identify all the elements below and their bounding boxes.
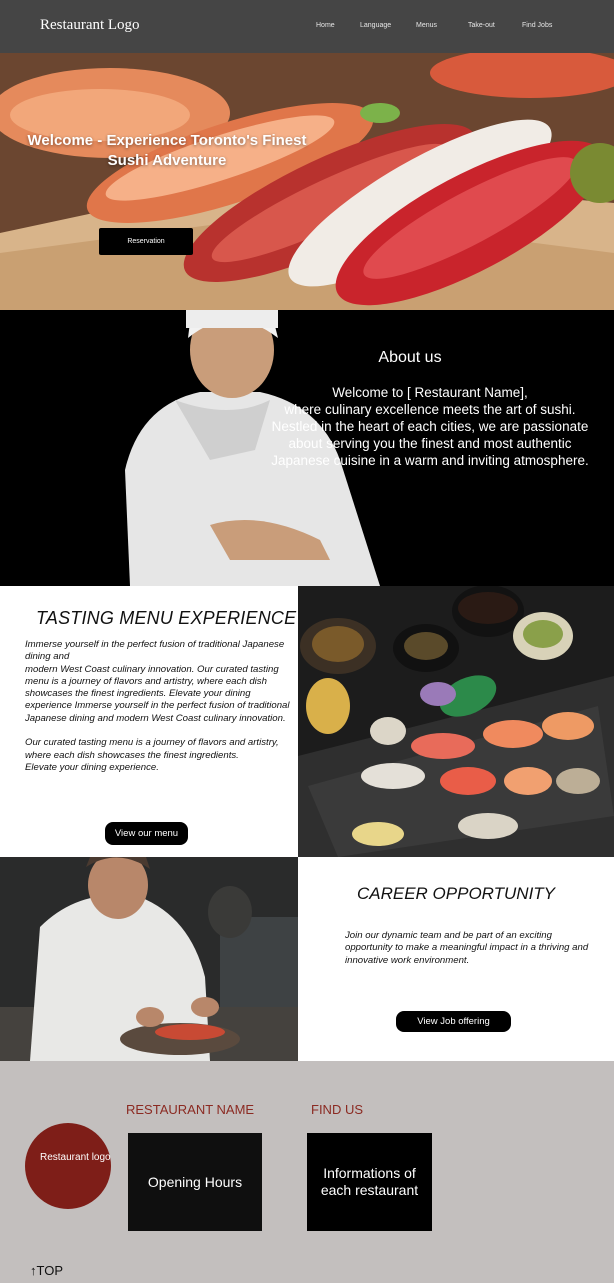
career-title: CAREER OPPORTUNITY bbox=[356, 884, 556, 903]
sushi-hero-image bbox=[0, 53, 614, 310]
hero-title: Welcome - Experience Toronto's Finest Su… bbox=[27, 132, 307, 169]
chef-cooking-image bbox=[0, 857, 298, 1061]
footer-logo: Restaurant logo bbox=[25, 1123, 111, 1209]
hero-section: Welcome - Experience Toronto's Finest Su… bbox=[0, 53, 614, 310]
career-text: Join our dynamic team and be part of an … bbox=[345, 930, 589, 966]
tasting-title: TASTING MENU EXPERIENCE bbox=[36, 608, 297, 628]
view-job-offering-button[interactable]: View Job offering bbox=[396, 1011, 511, 1032]
reservation-button[interactable]: Reservation bbox=[99, 228, 193, 255]
nav-menus[interactable]: Menus bbox=[416, 22, 437, 29]
restaurant-info-box[interactable]: Informations of each restaurant bbox=[307, 1133, 432, 1231]
opening-hours-box: Opening Hours bbox=[128, 1133, 262, 1231]
restaurant-logo[interactable]: Restaurant Logo bbox=[40, 17, 140, 34]
nav-take-out[interactable]: Take-out bbox=[468, 22, 495, 29]
about-section: About us Welcome to [ Restaurant Name], … bbox=[0, 310, 614, 586]
footer-find-us[interactable]: FIND US bbox=[311, 1102, 363, 1117]
career-section: CAREER OPPORTUNITY Join our dynamic team… bbox=[298, 857, 614, 1061]
nav-language[interactable]: Language bbox=[360, 22, 391, 29]
about-title: About us bbox=[378, 349, 442, 366]
view-menu-button[interactable]: View our menu bbox=[105, 822, 188, 845]
back-to-top-link[interactable]: ↑TOP bbox=[30, 1263, 63, 1278]
food-platter-image bbox=[298, 586, 614, 857]
tasting-text: Immerse yourself in the perfect fusion o… bbox=[25, 639, 290, 773]
footer-restaurant-name: RESTAURANT NAME bbox=[126, 1102, 255, 1117]
top-nav: Restaurant Logo Home Language Menus Take… bbox=[0, 0, 614, 53]
tasting-menu-section: TASTING MENU EXPERIENCE Immerse yourself… bbox=[0, 586, 298, 857]
nav-find-jobs[interactable]: Find Jobs bbox=[522, 22, 552, 29]
about-text: Welcome to [ Restaurant Name], where cul… bbox=[271, 385, 589, 468]
nav-home[interactable]: Home bbox=[316, 22, 335, 29]
footer: RESTAURANT NAME FIND US Restaurant logo … bbox=[0, 1061, 614, 1283]
